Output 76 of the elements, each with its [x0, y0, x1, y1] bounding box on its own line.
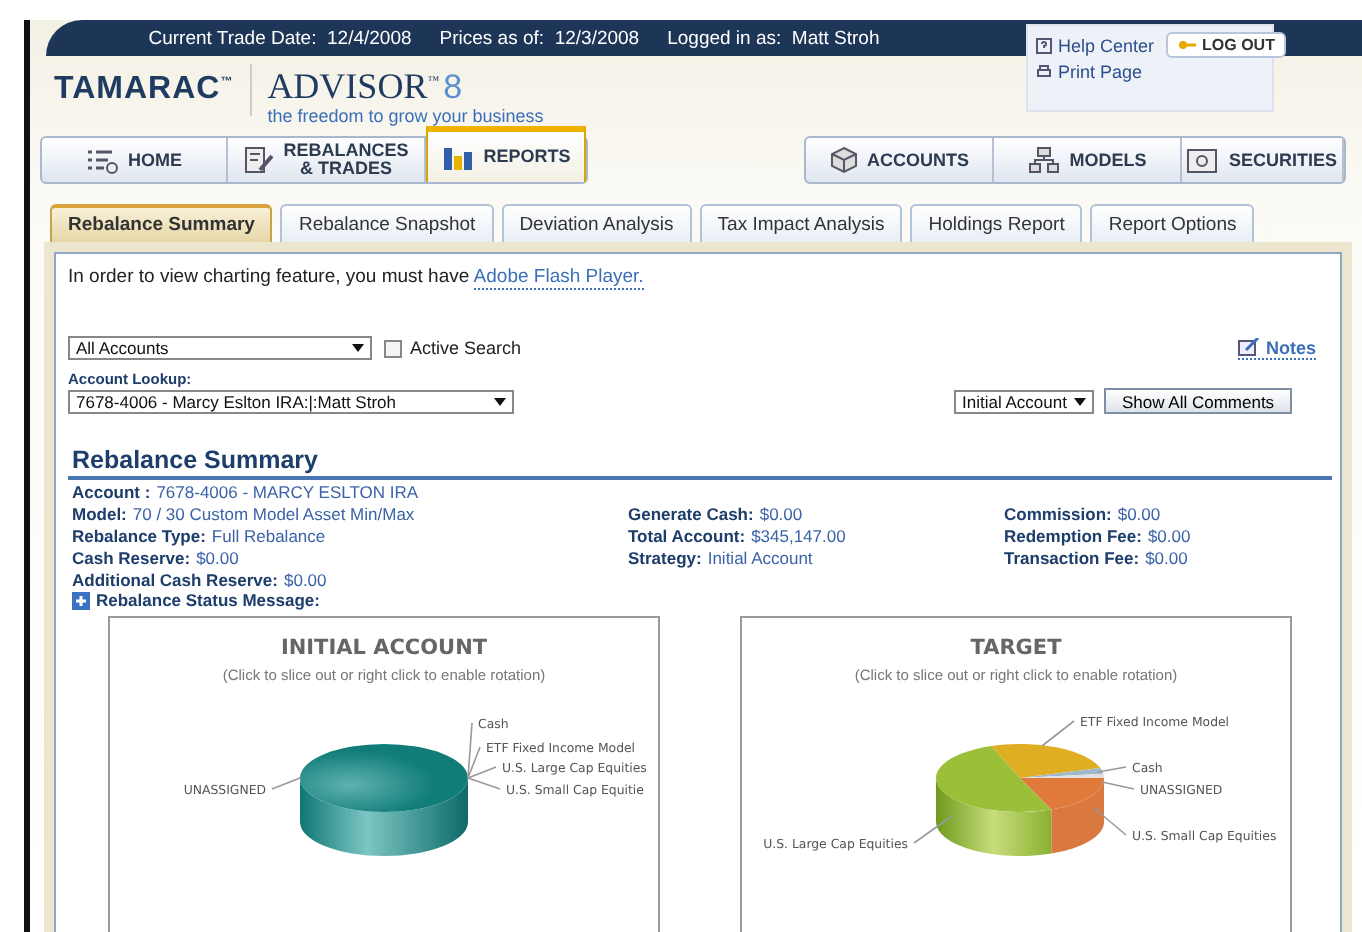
leader-line — [1041, 720, 1075, 747]
field-value: $0.00 — [1147, 526, 1191, 546]
nav-tab[interactable]: REPORTS — [426, 126, 586, 182]
field-value: 7678-4006 - MARCY ESLTON IRA — [156, 482, 419, 502]
field-value: 70 / 30 Custom Model Asset Min/Max — [132, 504, 415, 524]
product-name: ADVISOR$^{™}$ — [267, 64, 440, 104]
cube-icon — [829, 146, 857, 174]
field-label: Commission: — [1004, 504, 1112, 524]
field-label: Redemption Fee: — [1004, 526, 1142, 546]
report-tab[interactable]: Report Options — [1090, 204, 1255, 242]
flash-notice: In order to view charting feature, you must have Adobe Flash Player. — [68, 266, 646, 288]
bar-chart-icon — [441, 143, 474, 171]
product-version: 8 — [443, 70, 463, 106]
header-info: Logged in as: Matt Stroh — [667, 27, 880, 49]
help-link[interactable]: Help Center — [1036, 32, 1155, 58]
section-title: Rebalance Summary — [68, 446, 1332, 480]
nav-tab[interactable]: MODELS — [994, 138, 1182, 182]
chart-title: TARGET — [970, 636, 1062, 660]
field-value: Full Rebalance — [211, 526, 326, 546]
report-tab[interactable]: Holdings Report — [910, 204, 1083, 242]
nav-tab[interactable]: ACCOUNTS — [806, 138, 994, 182]
dropdown-arrow-icon[interactable] — [1074, 397, 1086, 405]
header-info: Current Trade Date: 12/4/2008 — [148, 27, 412, 49]
field-value: $0.00 — [283, 570, 327, 590]
certificate-icon — [1186, 147, 1219, 173]
leader-line — [1101, 781, 1135, 790]
nav-tab[interactable]: SECURITIES — [1182, 138, 1344, 182]
report-tab[interactable]: Rebalance Snapshot — [280, 204, 494, 242]
document-pen-icon — [243, 146, 274, 174]
field-label: Account : — [72, 482, 151, 502]
account-scope-dropdown[interactable]: All Accounts — [68, 336, 372, 360]
field-value: $0.00 — [196, 548, 239, 568]
company-logo: TAMARAC$^{™}$ — [54, 72, 234, 108]
printer-icon — [1036, 64, 1052, 80]
logout-button[interactable]: LOG OUT — [1166, 32, 1287, 58]
field-label: Rebalance Type: — [72, 526, 206, 546]
hierarchy-icon — [1027, 146, 1060, 174]
active-search-checkbox[interactable] — [384, 339, 402, 357]
chart-title: INITIAL ACCOUNT — [280, 636, 488, 660]
dropdown-arrow-icon[interactable] — [352, 344, 364, 352]
view-dropdown[interactable]: Initial Account — [954, 389, 1094, 413]
field-label: Cash Reserve: — [72, 548, 191, 568]
tagline: the freedom to grow your business — [267, 106, 544, 126]
leader-line — [1093, 807, 1127, 836]
field-label: Transaction Fee: — [1004, 548, 1140, 568]
leader-line — [271, 777, 301, 790]
notes-link[interactable]: Notes — [1237, 337, 1316, 359]
field-value: $0.00 — [1145, 548, 1188, 568]
field-value: $0.00 — [1117, 504, 1161, 524]
report-tab[interactable]: Deviation Analysis — [501, 204, 692, 242]
field-label: Total Account: — [628, 526, 746, 546]
checkbox-label: Active Search — [410, 338, 522, 358]
field-value: Initial Account — [707, 548, 813, 568]
flash-link[interactable]: Adobe Flash Player. — [473, 266, 644, 290]
field-label: Strategy: — [628, 548, 702, 568]
nav-tab[interactable]: HOME — [42, 138, 228, 182]
edit-icon — [1237, 338, 1260, 356]
field-label: Model: — [72, 504, 127, 524]
report-tab[interactable]: Tax Impact Analysis — [699, 204, 903, 242]
header-info: Prices as of: 12/3/2008 — [439, 27, 640, 49]
leader-line — [913, 815, 953, 844]
key-icon — [1178, 38, 1197, 52]
show-comments-button[interactable]: Show All Comments — [1104, 388, 1293, 414]
help-icon — [1036, 37, 1052, 53]
field-value: $345,147.00 — [751, 526, 846, 546]
status-message-label: Rebalance Status Message: — [96, 590, 320, 610]
field-value: $0.00 — [759, 504, 803, 524]
print-link[interactable]: Print Page — [1036, 62, 1155, 82]
leader-line — [1097, 766, 1127, 773]
account-lookup-dropdown[interactable]: 7678-4006 - Marcy Eslton IRA:|:Matt Stroh — [68, 389, 514, 413]
field-label: Additional Cash Reserve: — [72, 570, 278, 590]
report-tab[interactable]: Rebalance Summary — [50, 204, 273, 242]
expand-icon[interactable] — [72, 591, 90, 609]
dropdown-arrow-icon[interactable] — [494, 397, 506, 405]
field-label: Generate Cash: — [628, 504, 754, 524]
list-icon — [86, 147, 118, 173]
